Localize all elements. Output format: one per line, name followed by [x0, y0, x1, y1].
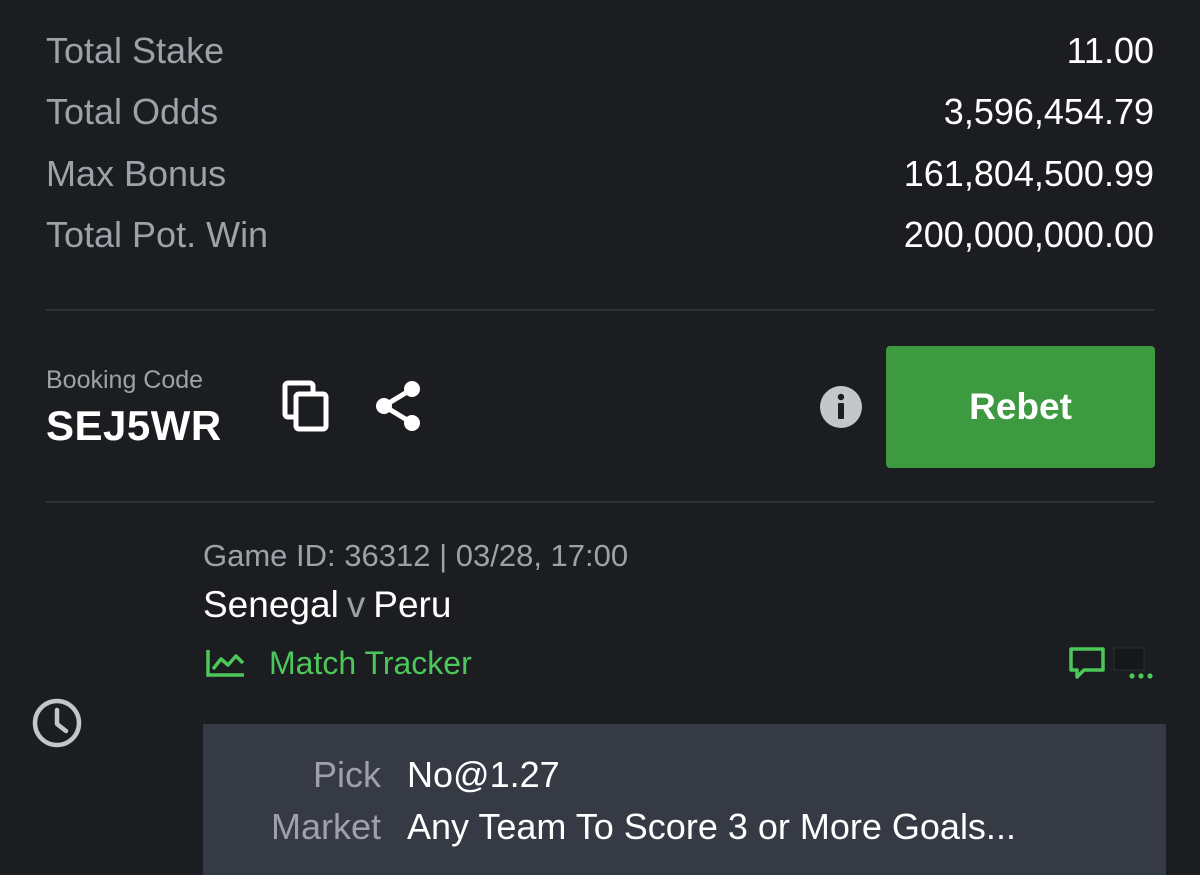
pick-label: Pick	[312, 754, 381, 795]
booking-code-label: Booking Code	[46, 366, 204, 394]
info-icon[interactable]	[819, 385, 863, 429]
chart-line-icon[interactable]	[206, 648, 246, 678]
match-tracker-link[interactable]: Match Tracker	[269, 645, 472, 682]
total-pot-win-value: 200,000,000.00	[903, 214, 1154, 256]
max-bonus-label: Max Bonus	[46, 152, 227, 194]
copy-icon[interactable]	[282, 380, 330, 432]
more-icon[interactable]	[1112, 646, 1160, 682]
match-teams: Senegal v Peru	[203, 584, 451, 626]
selection-details: Pick No@1.27 Market Any Team To Score 3 …	[203, 724, 1166, 875]
total-pot-win-label: Total Pot. Win	[46, 214, 269, 256]
away-team: Peru	[373, 584, 452, 625]
total-odds-label: Total Odds	[46, 91, 219, 133]
home-team: Senegal	[203, 584, 339, 625]
game-meta: Game ID: 36312 | 03/28, 17:00	[203, 538, 629, 573]
total-stake-value: 11.00	[1066, 29, 1154, 71]
rebet-button[interactable]: Rebet	[886, 346, 1155, 468]
clock-icon	[31, 697, 83, 749]
divider	[46, 501, 1154, 503]
versus-label: v	[346, 584, 366, 625]
total-pot-win-row: Total Pot. Win 200,000,000.00	[46, 205, 1154, 267]
divider	[46, 309, 1154, 311]
total-odds-row: Total Odds 3,596,454.79	[46, 82, 1154, 144]
bet-summary: Total Stake 11.00 Total Odds 3,596,454.7…	[46, 20, 1154, 266]
booking-code-value: SEJ5WR	[46, 402, 222, 449]
total-stake-label: Total Stake	[46, 29, 225, 71]
comment-icon[interactable]	[1068, 646, 1108, 682]
total-stake-row: Total Stake 11.00	[46, 20, 1154, 82]
max-bonus-row: Max Bonus 161,804,500.99	[46, 143, 1154, 205]
max-bonus-value: 161,804,500.99	[903, 152, 1154, 194]
market-row: Market Any Team To Score 3 or More Goals…	[203, 802, 1016, 852]
market-value: Any Team To Score 3 or More Goals...	[407, 806, 1016, 847]
share-icon[interactable]	[372, 380, 424, 432]
pick-value: No@1.27	[407, 754, 560, 795]
pick-row: Pick No@1.27	[203, 750, 560, 800]
market-label: Market	[270, 806, 381, 847]
total-odds-value: 3,596,454.79	[943, 91, 1154, 133]
